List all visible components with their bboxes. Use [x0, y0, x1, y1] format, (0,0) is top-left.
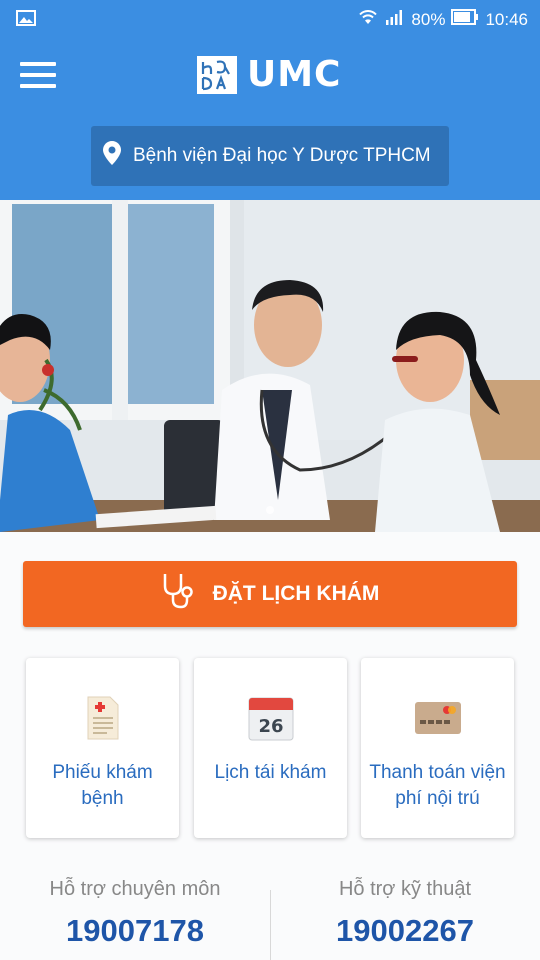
- stethoscope-icon: [161, 572, 195, 616]
- inpatient-payment-card[interactable]: Thanh toán viện phí nội trú: [361, 658, 514, 838]
- status-bar: 80% 10:46: [0, 0, 540, 36]
- menu-icon[interactable]: [20, 62, 56, 88]
- technical-support-phone[interactable]: 19002267: [270, 913, 540, 949]
- professional-support: Hỗ trợ chuyên môn 19007178: [0, 878, 270, 949]
- carousel-indicator: [0, 506, 540, 514]
- umc-logo-mark: [197, 55, 237, 94]
- follow-up-schedule-label: Lịch tái khám: [214, 762, 327, 783]
- technical-support: Hỗ trợ kỹ thuật 19002267: [270, 878, 540, 949]
- wifi-icon: [357, 8, 379, 31]
- app-logo: UMC: [197, 54, 341, 95]
- clock: 10:46: [485, 9, 528, 29]
- credit-card-icon: [414, 694, 462, 742]
- follow-up-schedule-card[interactable]: 26 Lịch tái khám: [194, 658, 347, 838]
- signal-icon: [385, 9, 405, 30]
- app-name: UMC: [247, 54, 342, 95]
- hospital-name: Bệnh viện Đại học Y Dược TPHCM: [133, 145, 431, 166]
- medical-record-label: Phiếu khám bệnh: [52, 762, 153, 809]
- book-appointment-label: ĐẶT LỊCH KHÁM: [212, 582, 380, 605]
- calendar-icon: 26: [248, 694, 294, 742]
- carousel-dot: [266, 506, 274, 514]
- professional-support-phone[interactable]: 19007178: [0, 913, 270, 949]
- calendar-day-number: 26: [258, 716, 283, 737]
- battery-icon: [451, 9, 479, 30]
- hospital-selector[interactable]: Bệnh viện Đại học Y Dược TPHCM: [91, 126, 449, 186]
- medical-record-icon: [86, 694, 120, 742]
- main-content: ĐẶT LỊCH KHÁM Phiếu khám bệnh 26 Lịch tá…: [0, 532, 540, 960]
- professional-support-title: Hỗ trợ chuyên môn: [49, 878, 221, 900]
- battery-percent: 80%: [411, 9, 446, 29]
- app-header: UMC Bệnh viện Đại học Y Dược TPHCM: [0, 36, 540, 200]
- medical-record-card[interactable]: Phiếu khám bệnh: [26, 658, 179, 838]
- location-pin-icon: [103, 141, 121, 171]
- inpatient-payment-label: Thanh toán viện phí nội trú: [369, 762, 506, 809]
- gallery-notification-icon: [16, 10, 36, 31]
- technical-support-title: Hỗ trợ kỹ thuật: [338, 878, 472, 900]
- hero-banner-image[interactable]: [0, 200, 540, 532]
- book-appointment-button[interactable]: ĐẶT LỊCH KHÁM: [23, 561, 517, 627]
